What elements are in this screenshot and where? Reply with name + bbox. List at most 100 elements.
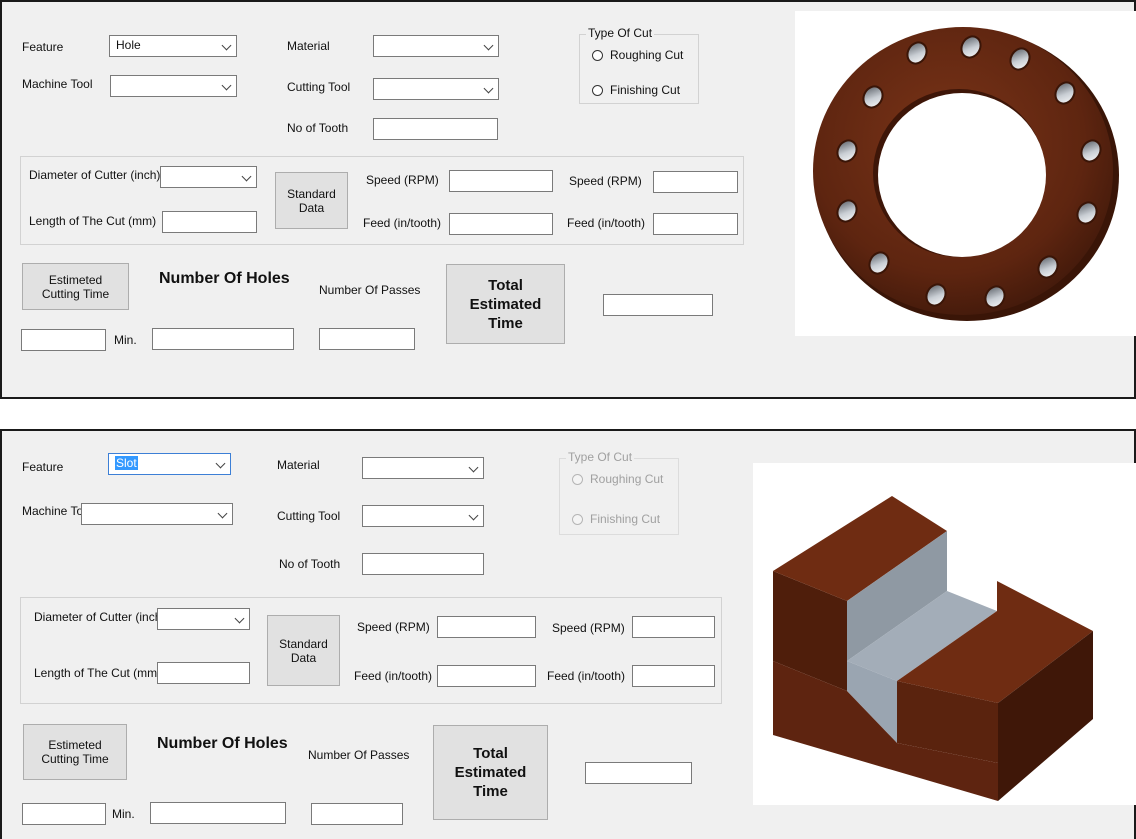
chevron-down-icon xyxy=(468,462,479,473)
diameter-select[interactable] xyxy=(160,166,257,188)
estimated-cutting-time-button[interactable]: Estimeted Cutting Time xyxy=(22,263,129,310)
diameter-select[interactable] xyxy=(157,608,250,630)
number-of-passes-input[interactable] xyxy=(319,328,415,350)
standard-data-label: Standard Data xyxy=(279,636,328,665)
material-label: Material xyxy=(287,39,330,53)
speed-rpm-input[interactable] xyxy=(449,170,553,192)
roughing-cut-label: Roughing Cut xyxy=(610,48,684,62)
flange-image xyxy=(795,11,1136,336)
chevron-down-icon xyxy=(483,83,494,94)
speed-rpm-finish-label: Speed (RPM) xyxy=(552,621,625,635)
diameter-label: Diameter of Cutter (inch) xyxy=(34,610,166,624)
total-time-output[interactable] xyxy=(603,294,713,316)
estimated-cutting-time-button[interactable]: Estimeted Cutting Time xyxy=(23,724,127,780)
slot-block-image xyxy=(753,463,1136,805)
speed-rpm-label: Speed (RPM) xyxy=(366,173,439,187)
finishing-cut-radio[interactable]: Finishing Cut xyxy=(572,512,660,526)
length-input[interactable] xyxy=(157,662,250,684)
finishing-cut-label: Finishing Cut xyxy=(610,83,681,97)
total-time-output[interactable] xyxy=(585,762,692,784)
number-of-holes-heading: Number Of Holes xyxy=(159,270,290,287)
roughing-cut-label: Roughing Cut xyxy=(590,472,664,486)
machine-tool-select[interactable] xyxy=(110,75,237,97)
number-of-holes-input[interactable] xyxy=(152,328,294,350)
total-estimated-time-label: Total Estimated Time xyxy=(469,276,542,332)
speed-rpm-finish-input[interactable] xyxy=(632,616,715,638)
roughing-cut-radio[interactable]: Roughing Cut xyxy=(572,472,663,486)
speed-rpm-finish-label: Speed (RPM) xyxy=(569,174,642,188)
min-label: Min. xyxy=(114,333,137,347)
feed-input[interactable] xyxy=(437,665,536,687)
feed-finish-label: Feed (in/tooth) xyxy=(567,216,646,230)
number-of-passes-input[interactable] xyxy=(311,803,403,825)
chevron-down-icon xyxy=(241,171,252,182)
total-estimated-time-button[interactable]: Total Estimated Time xyxy=(433,725,548,820)
block-with-slot-icon xyxy=(773,496,1093,801)
total-estimated-time-label: Total Estimated Time xyxy=(454,745,527,800)
length-input[interactable] xyxy=(162,211,257,233)
flange-with-bolt-holes-icon xyxy=(813,27,1119,321)
number-of-passes-label: Number Of Passes xyxy=(308,748,410,762)
speed-rpm-input[interactable] xyxy=(437,616,536,638)
machine-tool-select[interactable] xyxy=(81,503,233,525)
total-estimated-time-button[interactable]: Total Estimated Time xyxy=(446,264,565,344)
cutting-time-output[interactable] xyxy=(22,803,106,825)
min-label: Min. xyxy=(112,807,135,821)
feature-label: Feature xyxy=(22,40,64,54)
feed-finish-input[interactable] xyxy=(653,213,738,235)
number-of-passes-label: Number Of Passes xyxy=(319,283,421,297)
cutting-time-output[interactable] xyxy=(21,329,106,351)
feature-value: Hole xyxy=(116,38,141,52)
feature-select[interactable]: Hole xyxy=(109,35,237,57)
length-label: Length of The Cut (mm) xyxy=(34,666,162,680)
feature-value: Slot xyxy=(115,456,138,470)
no-of-tooth-label: No of Tooth xyxy=(287,121,349,135)
chevron-down-icon xyxy=(221,80,232,91)
estimated-cutting-time-label: Estimeted Cutting Time xyxy=(41,738,109,766)
no-of-tooth-input[interactable] xyxy=(373,118,498,140)
length-label: Length of The Cut (mm) xyxy=(29,214,157,228)
feature-select[interactable]: Slot xyxy=(108,453,231,475)
chevron-down-icon xyxy=(468,510,479,521)
standard-data-button[interactable]: Standard Data xyxy=(267,615,340,686)
hole-form-panel: Feature Hole Machine Tool Material Cutti… xyxy=(0,0,1136,399)
cutting-tool-select[interactable] xyxy=(362,505,484,527)
standard-data-button[interactable]: Standard Data xyxy=(275,172,348,229)
finishing-cut-label: Finishing Cut xyxy=(590,512,661,526)
number-of-holes-input[interactable] xyxy=(150,802,286,824)
material-label: Material xyxy=(277,458,320,472)
speed-rpm-finish-input[interactable] xyxy=(653,171,738,193)
radio-circle-icon xyxy=(572,513,583,525)
chevron-down-icon xyxy=(483,40,494,51)
material-select[interactable] xyxy=(362,457,484,479)
radio-circle-icon xyxy=(572,473,583,485)
cutting-tool-select[interactable] xyxy=(373,78,499,100)
chevron-down-icon xyxy=(217,508,228,519)
diameter-label: Diameter of Cutter (inch) xyxy=(29,168,161,182)
chevron-down-icon xyxy=(221,40,232,51)
feed-label: Feed (in/tooth) xyxy=(354,669,433,683)
feed-finish-input[interactable] xyxy=(632,665,715,687)
no-of-tooth-label: No of Tooth xyxy=(279,557,341,571)
estimated-cutting-time-label: Estimeted Cutting Time xyxy=(41,272,110,301)
radio-circle-icon xyxy=(592,84,603,96)
chevron-down-icon xyxy=(215,458,226,469)
roughing-cut-radio[interactable]: Roughing Cut xyxy=(592,48,683,62)
number-of-holes-heading: Number Of Holes xyxy=(157,735,288,752)
speed-rpm-label: Speed (RPM) xyxy=(357,620,430,634)
cutting-tool-label: Cutting Tool xyxy=(277,509,341,523)
radio-circle-icon xyxy=(592,49,603,61)
feed-label: Feed (in/tooth) xyxy=(363,216,442,230)
standard-data-label: Standard Data xyxy=(287,186,336,215)
machine-tool-label: Machine Tool xyxy=(22,77,93,91)
finishing-cut-radio[interactable]: Finishing Cut xyxy=(592,83,680,97)
feed-input[interactable] xyxy=(449,213,553,235)
type-of-cut-title: Type Of Cut xyxy=(586,26,655,40)
feature-label: Feature xyxy=(22,460,64,474)
panel-gap xyxy=(0,399,1136,429)
feed-finish-label: Feed (in/tooth) xyxy=(547,669,626,683)
no-of-tooth-input[interactable] xyxy=(362,553,484,575)
slot-form-panel: Feature Slot Machine Tool Material Cutti… xyxy=(0,429,1136,839)
type-of-cut-title: Type Of Cut xyxy=(566,450,635,464)
material-select[interactable] xyxy=(373,35,499,57)
